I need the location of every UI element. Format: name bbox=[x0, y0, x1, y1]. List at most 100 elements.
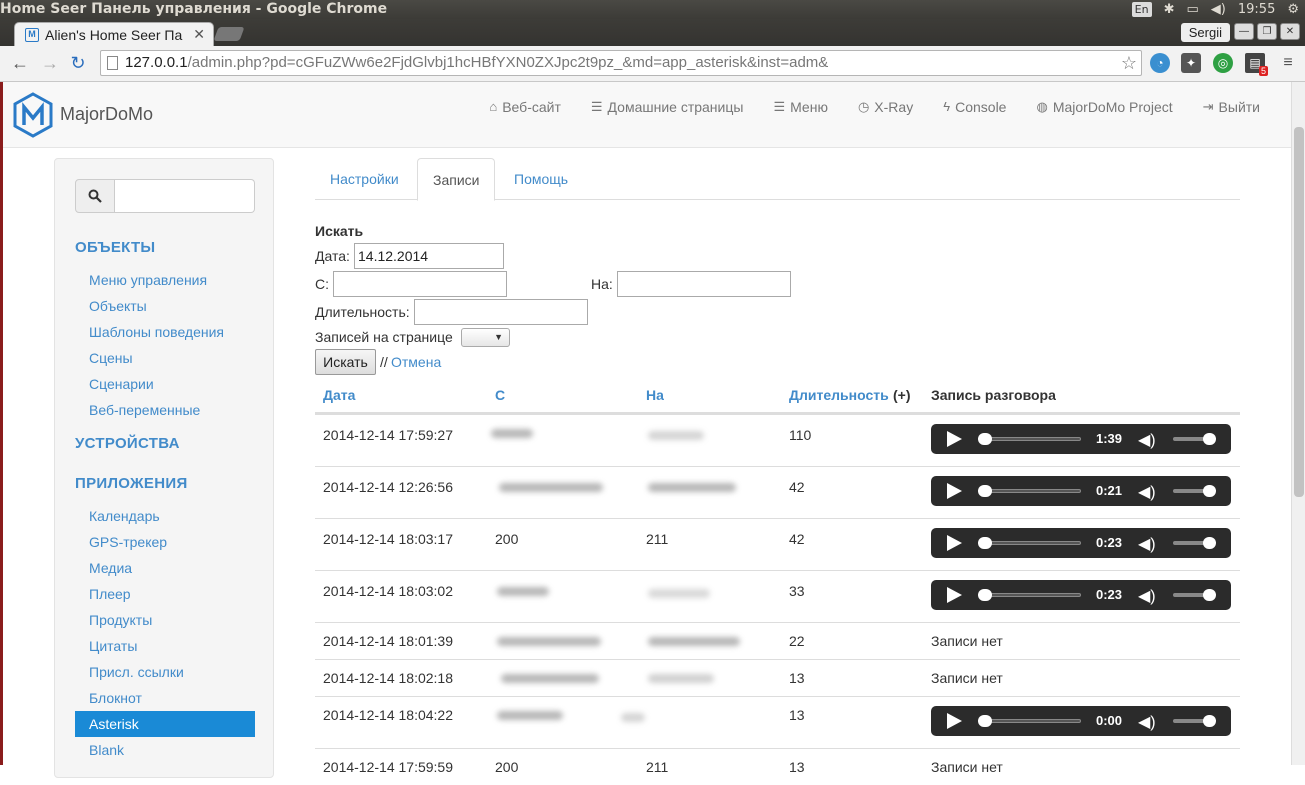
col-duration-header[interactable]: Длительность bbox=[789, 387, 889, 403]
seek-knob[interactable] bbox=[978, 433, 992, 445]
profile-button[interactable]: Sergii bbox=[1180, 23, 1230, 42]
volume-knob[interactable] bbox=[1203, 715, 1216, 727]
seek-knob[interactable] bbox=[978, 485, 992, 497]
bookmark-star-icon[interactable]: ☆ bbox=[1121, 51, 1137, 75]
browser-tab-active[interactable]: M Alien's Home Seer Па ✕ bbox=[14, 22, 214, 46]
sidebar-item-objects[interactable]: Объекты bbox=[75, 293, 255, 319]
sidebar-item-products[interactable]: Продукты bbox=[75, 607, 255, 633]
volume-icon[interactable]: ◀) bbox=[1211, 2, 1226, 17]
brand-name[interactable]: MajorDoMo bbox=[60, 104, 153, 125]
date-field[interactable]: 14.12.2014 bbox=[354, 243, 504, 269]
sidebar-item-notepad[interactable]: Блокнот bbox=[75, 685, 255, 711]
per-page-select[interactable]: ▼ bbox=[461, 328, 510, 347]
bolt-icon: ϟ bbox=[943, 99, 951, 114]
minimize-icon[interactable]: — bbox=[1234, 23, 1254, 40]
restore-icon[interactable]: ❐ bbox=[1257, 23, 1277, 40]
nav-logout[interactable]: ⇥ Выйти bbox=[1188, 98, 1275, 116]
seek-bar[interactable] bbox=[981, 719, 1081, 723]
seek-knob[interactable] bbox=[978, 537, 992, 549]
col-date-header[interactable]: Дата bbox=[323, 387, 355, 403]
bluetooth-icon[interactable]: ✱ bbox=[1164, 2, 1175, 17]
volume-icon[interactable]: ◀) bbox=[1138, 430, 1156, 450]
sidebar-item-scripts[interactable]: Сценарии bbox=[75, 371, 255, 397]
search-input[interactable] bbox=[115, 179, 255, 213]
nav-xray[interactable]: ◷ X-Ray bbox=[843, 98, 928, 116]
sidebar-item-scenes[interactable]: Сцены bbox=[75, 345, 255, 371]
section-apps[interactable]: ПРИЛОЖЕНИЯ bbox=[75, 475, 188, 492]
battery-icon[interactable]: ▭ bbox=[1187, 2, 1199, 17]
extension-circle-icon[interactable]: ◎ bbox=[1213, 53, 1233, 73]
volume-icon[interactable]: ◀) bbox=[1138, 482, 1156, 502]
reload-icon[interactable]: ↻ bbox=[66, 52, 90, 74]
search-submit-button[interactable]: Искать bbox=[315, 349, 376, 375]
seek-bar[interactable] bbox=[981, 489, 1081, 493]
settings-gear-icon[interactable]: ⚙ bbox=[1287, 2, 1299, 17]
page-scrollbar[interactable] bbox=[1291, 82, 1305, 765]
play-icon[interactable] bbox=[947, 431, 962, 447]
nav-home-pages[interactable]: ☰ Домашние страницы bbox=[576, 98, 759, 116]
nav-majordomo-project[interactable]: ◍ MajorDoMo Project bbox=[1021, 98, 1187, 116]
forward-arrow-icon[interactable]: → bbox=[38, 52, 62, 74]
from-field[interactable] bbox=[333, 271, 507, 297]
sidebar-item-asterisk[interactable]: Asterisk bbox=[75, 711, 255, 737]
section-objects[interactable]: ОБЪЕКТЫ bbox=[75, 239, 155, 256]
tab-help[interactable]: Помощь bbox=[499, 158, 583, 200]
nav-menu[interactable]: ☰ Меню bbox=[758, 98, 843, 116]
cell-date: 2014-12-14 17:59:27 bbox=[323, 427, 453, 443]
sidebar-item-sent-links[interactable]: Присл. ссылки bbox=[75, 659, 255, 685]
col-from-header[interactable]: С bbox=[495, 387, 505, 403]
seek-knob[interactable] bbox=[978, 715, 992, 727]
extension-speed-icon[interactable]: ◔ bbox=[1150, 53, 1170, 73]
play-icon[interactable] bbox=[947, 587, 962, 603]
seek-bar[interactable] bbox=[981, 593, 1081, 597]
sidebar-item-behavior-templates[interactable]: Шаблоны поведения bbox=[75, 319, 255, 345]
col-duration-extra[interactable]: (+) bbox=[893, 387, 911, 403]
sidebar-item-calendar[interactable]: Календарь bbox=[75, 503, 255, 529]
seek-knob[interactable] bbox=[978, 589, 992, 601]
sidebar-item-control-menu[interactable]: Меню управления bbox=[75, 267, 255, 293]
majordomo-logo-icon[interactable] bbox=[13, 92, 53, 138]
volume-icon[interactable]: ◀) bbox=[1138, 586, 1156, 606]
sidebar-item-gps-tracker[interactable]: GPS-трекер bbox=[75, 529, 255, 555]
address-bar[interactable]: 127.0.0.1/admin.php?pd=cGFuZWw6e2FjdGlvb… bbox=[100, 50, 1142, 76]
clock[interactable]: 19:55 bbox=[1238, 2, 1275, 17]
volume-knob[interactable] bbox=[1203, 589, 1216, 601]
volume-knob[interactable] bbox=[1203, 537, 1216, 549]
seek-bar[interactable] bbox=[981, 437, 1081, 441]
nav-website[interactable]: ⌂ Веб-сайт bbox=[474, 98, 576, 116]
play-icon[interactable] bbox=[947, 713, 962, 729]
nav-console[interactable]: ϟ Console bbox=[928, 98, 1021, 116]
chrome-menu-icon[interactable]: ≡ bbox=[1276, 52, 1300, 74]
tab-close-icon[interactable]: ✕ bbox=[193, 26, 205, 43]
seek-bar[interactable] bbox=[981, 541, 1081, 545]
play-icon[interactable] bbox=[947, 535, 962, 551]
sidebar-item-player[interactable]: Плеер bbox=[75, 581, 255, 607]
sidebar-item-quotes[interactable]: Цитаты bbox=[75, 633, 255, 659]
tab-records[interactable]: Записи bbox=[417, 158, 496, 201]
back-arrow-icon[interactable]: ← bbox=[8, 52, 32, 74]
col-to-header[interactable]: На bbox=[646, 387, 664, 403]
tab-settings[interactable]: Настройки bbox=[315, 158, 414, 200]
volume-knob[interactable] bbox=[1203, 485, 1216, 497]
duration-field[interactable] bbox=[414, 299, 588, 325]
volume-icon[interactable]: ◀) bbox=[1138, 712, 1156, 732]
play-icon[interactable] bbox=[947, 483, 962, 499]
search-button[interactable] bbox=[75, 179, 115, 213]
table-row: 2014-12-14 12:26:56 42 0:21 ◀) bbox=[315, 466, 1240, 518]
close-window-icon[interactable]: ✕ bbox=[1280, 23, 1300, 40]
audio-player: 1:39 ◀) bbox=[931, 424, 1231, 454]
new-tab-button[interactable] bbox=[213, 27, 245, 41]
logout-icon: ⇥ bbox=[1202, 99, 1214, 114]
extension-puzzle-icon[interactable]: ✦ bbox=[1181, 53, 1201, 73]
sidebar-item-web-vars[interactable]: Веб-переменные bbox=[75, 397, 255, 423]
volume-knob[interactable] bbox=[1203, 433, 1216, 445]
keyboard-layout-indicator[interactable]: En bbox=[1131, 2, 1152, 17]
sidebar-item-blank[interactable]: Blank bbox=[75, 737, 255, 763]
to-field[interactable] bbox=[617, 271, 791, 297]
sidebar-item-media[interactable]: Медиа bbox=[75, 555, 255, 581]
section-devices[interactable]: УСТРОЙСТВА bbox=[75, 435, 180, 452]
nav-label: MajorDoMo Project bbox=[1052, 99, 1173, 115]
scrollbar-thumb[interactable] bbox=[1294, 127, 1304, 497]
volume-icon[interactable]: ◀) bbox=[1138, 534, 1156, 554]
cancel-link[interactable]: Отмена bbox=[391, 354, 441, 370]
